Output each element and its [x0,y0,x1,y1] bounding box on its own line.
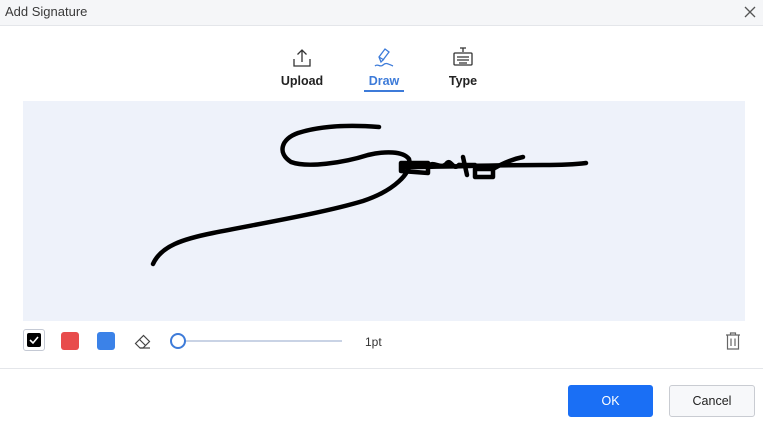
tab-upload[interactable]: Upload [272,44,332,94]
trash-icon [726,332,740,350]
color-swatch-red[interactable] [61,332,79,350]
slider-track [176,340,342,342]
dialog-title: Add Signature [5,4,88,19]
close-button[interactable] [741,3,759,21]
eraser-icon [134,334,151,349]
title-bar: Add Signature [0,0,763,26]
upload-icon [293,49,311,67]
tab-draw[interactable]: Draw [354,44,414,94]
add-signature-dialog: Add Signature Upload Draw Type 1pt OK Ca… [0,0,763,423]
drawn-signature [150,123,589,267]
tab-type[interactable]: Type [433,44,493,94]
slider-thumb[interactable] [170,333,186,349]
drawing-toolbar: 1pt [0,328,763,354]
active-tab-indicator [364,90,404,92]
tab-draw-label: Draw [368,74,400,88]
signature-mode-tabs: Upload Draw Type [0,44,763,94]
signature-drawing-canvas[interactable] [23,101,745,321]
keyboard-text-icon [453,47,473,66]
dialog-footer: OK Cancel [0,368,763,423]
pen-draw-icon [374,48,394,67]
clear-button[interactable] [724,331,742,351]
checkmark-icon [29,336,39,345]
tab-upload-label: Upload [280,74,324,88]
cancel-button[interactable]: Cancel [669,385,755,417]
tab-type-label: Type [448,74,478,88]
stroke-size-label: 1pt [365,335,382,349]
eraser-button[interactable] [133,331,153,351]
ok-button[interactable]: OK [568,385,653,417]
color-swatch-black[interactable] [23,329,45,351]
close-icon [744,6,756,18]
stroke-size-slider[interactable] [170,333,342,349]
color-swatch-blue[interactable] [97,332,115,350]
